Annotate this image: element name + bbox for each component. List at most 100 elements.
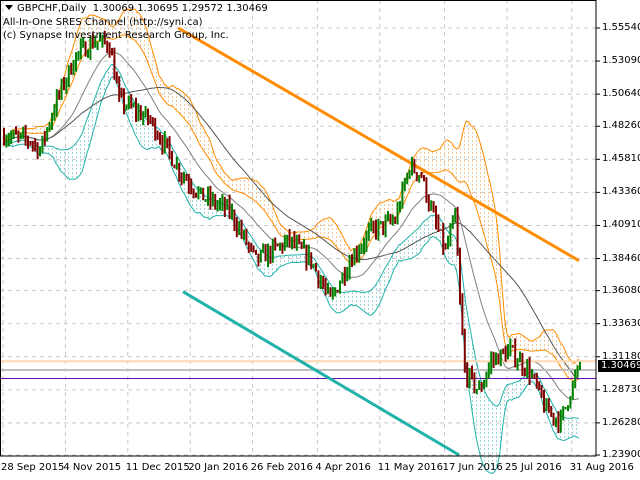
- bull-bar: [495, 352, 497, 366]
- bear-bar: [178, 162, 181, 182]
- bear-bar: [538, 381, 541, 391]
- bear-bar: [151, 117, 154, 127]
- price-tick-label: 1.53090: [602, 55, 640, 67]
- bull-bar: [447, 235, 449, 250]
- bear-bar: [31, 140, 34, 152]
- bear-bar: [528, 356, 531, 385]
- bear-bar: [209, 185, 212, 210]
- bull-bar: [559, 409, 562, 433]
- bull-bar: [454, 208, 457, 223]
- bear-bar: [442, 222, 445, 255]
- bear-bar: [58, 90, 61, 100]
- bull-bar: [576, 365, 579, 378]
- bull-bar: [526, 358, 529, 379]
- bull-bar: [197, 186, 200, 200]
- bull-bar: [41, 135, 44, 153]
- bull-bar: [12, 130, 15, 139]
- bull-bar: [283, 234, 286, 251]
- bull-bar: [144, 106, 147, 118]
- bull-bar: [571, 380, 574, 400]
- bear-bar: [329, 287, 332, 297]
- bull-bar: [5, 134, 8, 148]
- bear-bar: [149, 115, 152, 125]
- date-tick-label: 26 Feb 2016: [250, 462, 313, 473]
- bull-bar: [96, 41, 99, 51]
- bear-bar: [269, 245, 272, 264]
- bull-bar: [267, 243, 269, 268]
- date-tick-label: 20 Jan 2016: [188, 462, 249, 473]
- chart-symbol-header[interactable]: GBPCHF,Daily 1.30069 1.30695 1.29572 1.3…: [3, 2, 268, 15]
- bear-bar: [173, 164, 176, 169]
- bear-bar: [471, 365, 473, 380]
- bull-bar: [569, 395, 572, 409]
- bear-bar: [444, 243, 447, 250]
- bull-bar: [55, 89, 58, 117]
- bull-bar: [430, 200, 433, 211]
- bull-bar: [231, 203, 233, 220]
- bull-bar: [216, 200, 219, 212]
- bear-bar: [113, 47, 116, 80]
- bear-bar: [315, 262, 317, 272]
- bear-bar: [535, 372, 538, 389]
- bear-bar: [223, 196, 226, 218]
- bull-bar: [291, 236, 293, 250]
- bear-bar: [257, 253, 260, 267]
- bear-bar: [156, 130, 159, 140]
- bull-bar: [346, 266, 349, 282]
- bull-bar: [507, 344, 509, 360]
- bull-bar: [519, 351, 521, 363]
- price-tick-label: 1.45810: [602, 153, 640, 165]
- bull-bar: [87, 49, 89, 58]
- bear-bar: [300, 241, 303, 250]
- bear-bar: [547, 398, 550, 413]
- bear-bar: [274, 237, 277, 251]
- bear-bar: [135, 97, 137, 123]
- price-tick-label: 1.38460: [602, 252, 640, 264]
- bull-bar: [271, 238, 274, 263]
- bull-bar: [19, 132, 22, 140]
- bear-bar: [427, 194, 430, 212]
- bull-bar: [65, 77, 68, 94]
- bear-bar: [233, 209, 236, 232]
- bull-bar: [403, 177, 406, 192]
- date-tick-label: 11 Dec 2015: [125, 462, 190, 473]
- bull-bar: [341, 272, 344, 284]
- bull-bar: [367, 222, 370, 241]
- bear-bar: [492, 351, 495, 368]
- price-tick-label: 1.28730: [602, 383, 640, 395]
- bear-bar: [245, 228, 248, 246]
- bull-bar: [365, 230, 368, 252]
- bear-bar: [24, 124, 27, 146]
- bull-bar: [221, 193, 224, 212]
- bear-bar: [159, 132, 161, 145]
- bear-bar: [252, 245, 255, 253]
- bear-bar: [154, 117, 157, 141]
- bull-bar: [401, 181, 404, 209]
- bear-bar: [171, 150, 173, 166]
- bull-bar: [211, 191, 214, 207]
- bull-bar: [22, 126, 25, 139]
- bull-bar: [499, 349, 502, 367]
- bull-bar: [319, 274, 322, 290]
- bull-bar: [132, 102, 135, 108]
- price-tick-label: 1.55540: [602, 22, 640, 33]
- dropdown-triangle-icon[interactable]: [5, 5, 13, 10]
- bull-bar: [142, 111, 145, 126]
- price-chart[interactable]: [0, 0, 640, 480]
- bull-bar: [418, 175, 421, 183]
- bull-bar: [39, 146, 41, 157]
- bear-bar: [235, 217, 238, 238]
- bear-bar: [523, 367, 526, 377]
- bear-bar: [355, 245, 358, 263]
- price-tick-label: 1.23900: [602, 449, 640, 460]
- bull-bar: [384, 214, 387, 238]
- date-tick-label: 31 Aug 2016: [569, 462, 634, 473]
- bull-bar: [175, 156, 178, 170]
- bear-bar: [514, 338, 517, 368]
- bear-bar: [394, 216, 397, 225]
- bull-bar: [60, 78, 63, 100]
- bull-bar: [238, 220, 241, 236]
- bear-bar: [27, 135, 29, 149]
- bear-bar: [432, 201, 435, 213]
- bear-bar: [120, 87, 123, 98]
